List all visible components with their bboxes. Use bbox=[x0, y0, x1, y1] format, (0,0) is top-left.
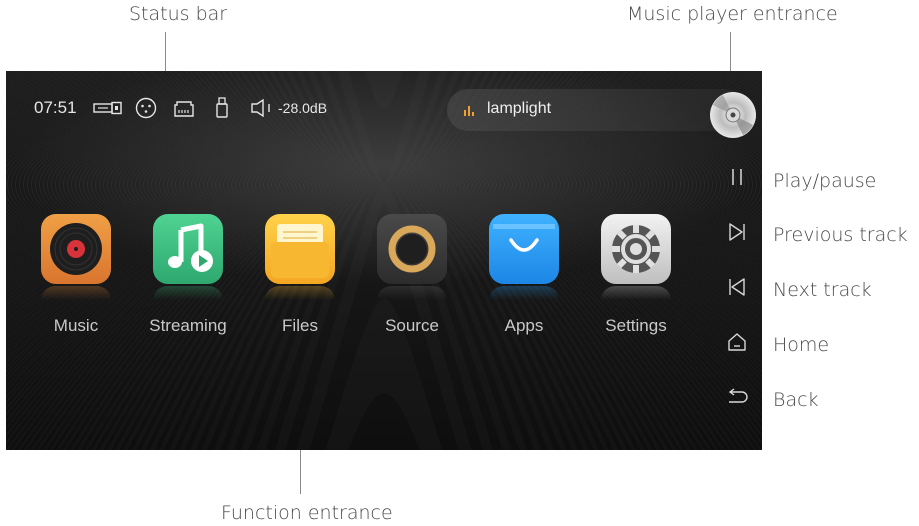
annotation-status-bar: Status bar bbox=[129, 3, 228, 25]
app-label: Streaming bbox=[149, 316, 227, 335]
music-player-disc-button[interactable] bbox=[709, 91, 757, 139]
equalizer-bars-icon bbox=[463, 103, 475, 121]
input-ring-icon bbox=[377, 214, 447, 284]
annotation-next-track: Next track bbox=[773, 279, 872, 301]
folder-icon bbox=[265, 214, 335, 284]
annotation-play-pause: Play/pause bbox=[773, 170, 877, 192]
app-label: Music bbox=[53, 316, 99, 335]
pause-icon bbox=[732, 169, 742, 185]
back-arrow-icon bbox=[728, 388, 748, 403]
now-playing-title: lamplight bbox=[487, 100, 552, 117]
annotation-back: Back bbox=[773, 389, 819, 411]
app-settings[interactable]: Settings bbox=[580, 214, 692, 336]
vinyl-record-icon bbox=[41, 214, 111, 284]
home-button[interactable] bbox=[720, 325, 754, 359]
usb-drive-icon bbox=[216, 97, 228, 119]
previous-track-button[interactable] bbox=[720, 215, 754, 249]
app-files[interactable]: Files bbox=[244, 214, 356, 336]
app-reflection bbox=[377, 286, 447, 300]
gear-icon bbox=[601, 214, 671, 284]
app-apps[interactable]: Apps bbox=[468, 214, 580, 336]
volume-level: -28.0dB bbox=[278, 100, 328, 116]
skip-back-icon bbox=[729, 278, 745, 296]
status-time: 07:51 bbox=[34, 98, 77, 117]
app-label: Source bbox=[385, 316, 439, 335]
function-entrance-grid: Music Streaming Files Source Apps Settin… bbox=[6, 214, 706, 354]
next-track-button[interactable] bbox=[720, 270, 754, 304]
now-playing-bar[interactable]: lamplight bbox=[447, 89, 747, 131]
back-button[interactable] bbox=[720, 380, 754, 414]
app-reflection bbox=[265, 286, 335, 300]
annotation-music-player-entrance: Music player entrance bbox=[627, 3, 838, 25]
speaker-icon bbox=[250, 97, 276, 119]
app-label: Settings bbox=[605, 316, 667, 335]
app-reflection bbox=[489, 286, 559, 300]
music-note-play-icon bbox=[153, 214, 223, 284]
app-source[interactable]: Source bbox=[356, 214, 468, 336]
usb-dac-output-icon bbox=[93, 97, 123, 119]
xlr-balanced-icon bbox=[135, 97, 157, 119]
app-label: Apps bbox=[504, 316, 544, 335]
app-label: Files bbox=[282, 316, 318, 335]
app-reflection bbox=[41, 286, 111, 300]
app-reflection bbox=[601, 286, 671, 300]
status-bar: 07:51 -28.0dB bbox=[6, 71, 446, 143]
app-reflection bbox=[153, 286, 223, 300]
cd-disc-icon bbox=[710, 92, 756, 138]
skip-icon bbox=[729, 223, 745, 241]
shopping-bag-icon bbox=[489, 214, 559, 284]
ethernet-icon bbox=[173, 97, 195, 119]
annotation-home: Home bbox=[773, 334, 830, 356]
app-music[interactable]: Music bbox=[20, 214, 132, 336]
annotation-function-entrance: Function entrance bbox=[221, 502, 393, 524]
annotation-previous-track: Previous track bbox=[773, 224, 908, 246]
home-icon bbox=[728, 333, 746, 351]
device-screen: 07:51 -28.0dB lamplight Music Streaming … bbox=[6, 71, 762, 450]
play-pause-button[interactable] bbox=[720, 160, 754, 194]
app-streaming[interactable]: Streaming bbox=[132, 214, 244, 336]
